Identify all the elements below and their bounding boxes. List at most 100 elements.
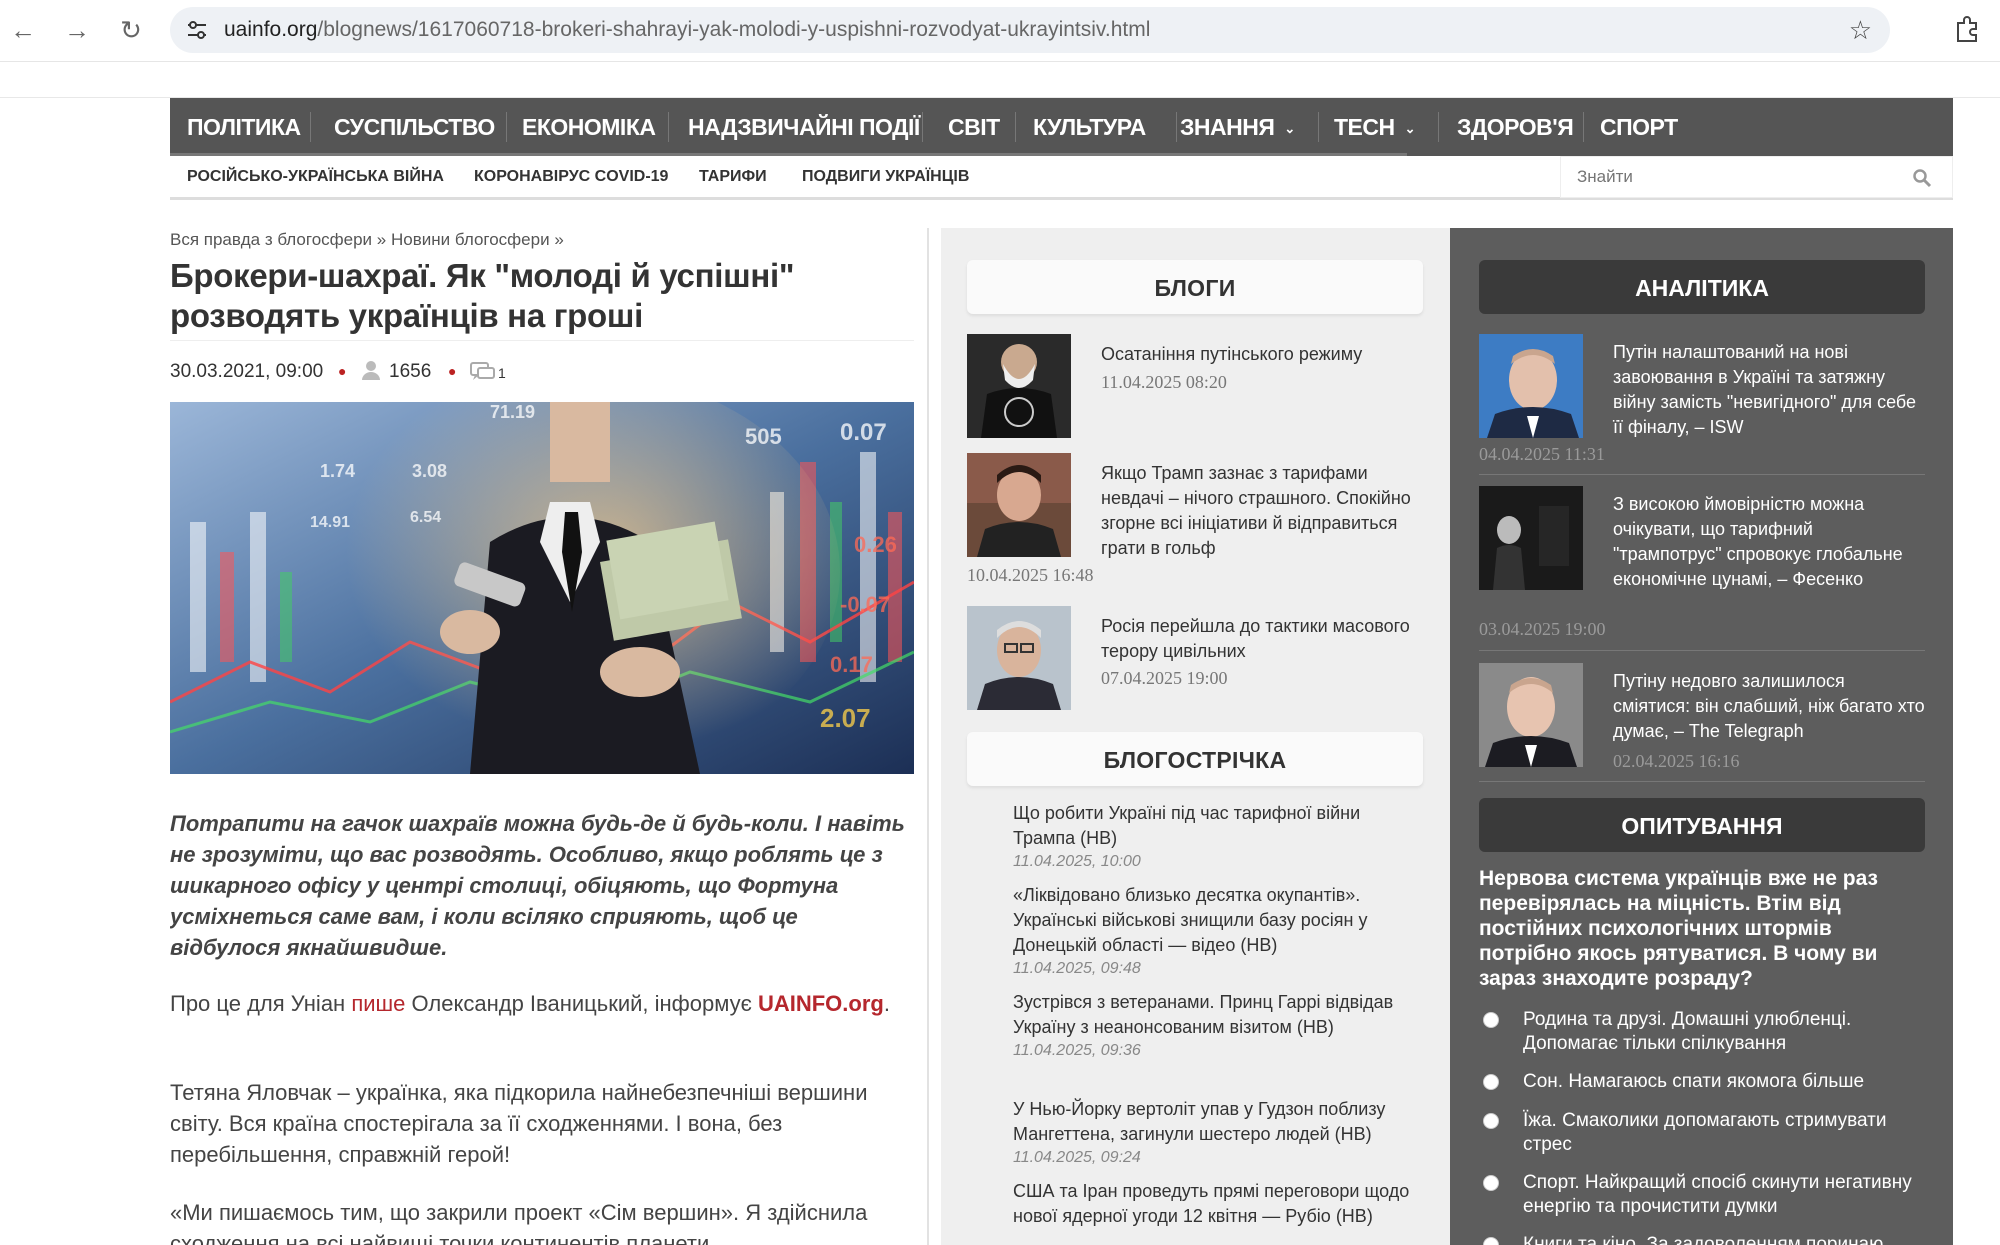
nav-item-health[interactable]: ЗДОРОВ'Я [1457,98,1574,156]
blog-item[interactable]: Якщо Трамп зазнає з тарифами невдачі – н… [967,453,1423,593]
poll-option-label[interactable]: Їжа. Смаколики допомагають стримувати ст… [1523,1109,1925,1157]
stream-title[interactable]: Зустрівся з ветеранами. Принц Гаррі відв… [1013,990,1423,1040]
analytics-thumbnail[interactable] [1479,486,1583,590]
column-divider [927,228,929,1245]
bookmark-star-icon[interactable]: ☆ [1849,15,1872,46]
subnav-item-war[interactable]: РОСІЙСЬКО-УКРАЇНСЬКА ВІЙНА [187,156,444,198]
stream-title[interactable]: США та Іран проведуть прямі переговори щ… [1013,1179,1423,1229]
article: Вся правда з блогосфери » Новини блогосф… [170,200,914,1245]
stream-item[interactable]: Зустрівся з ветеранами. Принц Гаррі відв… [1013,990,1423,1062]
search-input[interactable] [1561,157,1901,197]
poll-radio[interactable] [1483,1074,1499,1090]
stream-date: 11.04.2025, 10:00 [1013,853,1141,870]
analytics-thumbnail[interactable] [1479,334,1583,438]
blog-thumbnail[interactable] [967,334,1071,438]
views-icon [360,359,382,387]
nav-item-knowledge[interactable]: ЗНАННЯ ⌄ [1180,98,1300,156]
nav-item-tech[interactable]: TECH ⌄ [1334,98,1416,156]
comments-count[interactable]: 1 [498,365,506,381]
back-icon[interactable]: ← [6,13,40,47]
divider [1479,650,1925,651]
article-title: Брокери-шахраї. Як "молоді й успішні" ро… [170,257,795,334]
hero-number: 2.07 [820,703,871,733]
article-paragraph: Тетяна Яловчак – українка, яка підкорила… [170,1080,868,1167]
analytics-item[interactable]: Путіну недовго залишилося сміятися: він … [1479,663,1925,788]
address-bar[interactable]: uainfo.org/blognews/1617060718-brokeri-s… [170,7,1890,53]
stream-item[interactable]: Що робити Україні під час тарифної війни… [1013,801,1423,873]
poll-heading[interactable]: ОПИТУВАННЯ [1479,798,1925,852]
stream-title[interactable]: Що робити Україні під час тарифної війни… [1013,801,1423,851]
blog-item[interactable]: Росія перейшла до тактики масового терор… [967,606,1423,710]
blogs-column: БЛОГИ Осатаніння путінського режиму 11.0… [941,228,1450,1245]
poll-option-label[interactable]: Родина та друзі. Домашні улюбленці. Допо… [1523,1008,1925,1056]
subnav-item-tariffs[interactable]: ТАРИФИ [699,156,767,198]
chevron-down-icon: ⌄ [1404,120,1416,136]
analytics-title[interactable]: З високою ймовірністю можна очікувати, щ… [1613,492,1925,592]
breadcrumb-separator: » [376,230,387,249]
subnav-item-heroes[interactable]: ПОДВИГИ УКРАЇНЦІВ [802,156,969,198]
stream-title[interactable]: «Ліквідовано близько десятка окупантів».… [1013,883,1423,958]
extensions-icon[interactable] [1950,13,1984,47]
meta-separator: ● [448,363,457,379]
analytics-item[interactable]: Путін налаштований на нові завоювання в … [1479,334,1925,475]
blog-thumbnail[interactable] [967,606,1071,710]
poll-radio[interactable] [1483,1175,1499,1191]
blog-title[interactable]: Осатаніння путінського режиму [1101,342,1423,367]
analytics-date: 03.04.2025 19:00 [1479,619,1606,639]
blog-title[interactable]: Росія перейшла до тактики масового терор… [1101,614,1423,664]
article-meta: 30.03.2021, 09:00 ● 1656 ● 1 [170,340,914,384]
stream-date: 11.04.2025, 09:36 [1013,1042,1141,1059]
bookmarks-bar [0,62,2000,98]
article-date: 30.03.2021, 09:00 [170,361,324,382]
source-link[interactable]: пише [351,991,405,1016]
analytics-title[interactable]: Путіну недовго залишилося сміятися: він … [1613,669,1925,744]
analytics-column: АНАЛІТИКА Путін налаштований на нові зав… [1450,228,1953,1245]
hero-number: 14.91 [310,514,350,531]
nav-item-sport[interactable]: СПОРТ [1600,98,1678,156]
search-icon[interactable] [1912,168,1932,188]
analytics-thumbnail[interactable] [1479,663,1583,767]
forward-icon[interactable]: → [60,13,94,47]
hero-number: 1.74 [320,461,355,481]
stream-item[interactable]: США та Іран проведуть прямі переговори щ… [1013,1179,1423,1229]
stream-item[interactable]: «Ліквідовано близько десятка окупантів».… [1013,883,1423,980]
hero-number: -0.07 [840,592,890,617]
nav-item-politics[interactable]: ПОЛІТИКА [187,98,301,156]
hero-number: 0.17 [830,652,873,677]
analytics-item[interactable]: З високою ймовірністю можна очікувати, щ… [1479,486,1925,651]
poll-option-label[interactable]: Сон. Намагаюсь спати якомога більше [1523,1070,1925,1094]
blog-title[interactable]: Якщо Трамп зазнає з тарифами невдачі – н… [1101,461,1423,561]
analytics-heading[interactable]: АНАЛІТИКА [1479,260,1925,314]
reload-icon[interactable]: ↻ [114,13,148,47]
analytics-title[interactable]: Путін налаштований на нові завоювання в … [1613,340,1925,440]
breadcrumb-link[interactable]: Вся правда з блогосфери [170,230,372,249]
nav-item-world[interactable]: СВІТ [948,98,1000,156]
hero-number: 3.08 [412,461,447,481]
article-paragraph: «Ми пишаємось тим, що закрили проект «Сі… [170,1200,868,1245]
stream-title[interactable]: У Нью-Йорку вертоліт упав у Гудзон побли… [1013,1097,1423,1147]
stream-date: 11.04.2025, 09:48 [1013,960,1141,977]
hero-number: 0.07 [840,419,887,446]
nav-item-society[interactable]: СУСПІЛЬСТВО [334,98,495,156]
comments-icon[interactable] [470,360,496,388]
blog-thumbnail[interactable] [967,453,1071,557]
site-settings-icon[interactable] [184,17,210,43]
stream-item[interactable]: У Нью-Йорку вертоліт упав у Гудзон побли… [1013,1097,1423,1169]
subnav-item-covid[interactable]: КОРОНАВІРУС COVID-19 [474,156,668,198]
blogstream-heading[interactable]: БЛОГОСТРІЧКА [967,732,1423,786]
poll-option-label[interactable]: Книги та кіно. За задоволенням поринаю [1523,1233,1925,1245]
poll-radio[interactable] [1483,1113,1499,1129]
nav-item-economy[interactable]: ЕКОНОМІКА [522,98,656,156]
blog-item[interactable]: Осатаніння путінського режиму 11.04.2025… [967,334,1423,438]
poll-radio[interactable] [1483,1012,1499,1028]
breadcrumb-link[interactable]: Новини блогосфери [391,230,550,249]
blogs-heading[interactable]: БЛОГИ [967,260,1423,314]
blog-date: 07.04.2025 19:00 [1101,668,1228,688]
nav-item-culture[interactable]: КУЛЬТУРА [1033,98,1146,156]
meta-separator: ● [338,363,347,379]
hero-number: 0.26 [854,532,897,557]
poll-radio[interactable] [1483,1237,1499,1245]
poll-option-label[interactable]: Спорт. Найкращий спосіб скинути негативн… [1523,1171,1925,1219]
site-link[interactable]: UAINFO.org [758,991,884,1016]
nav-item-emergencies[interactable]: НАДЗВИЧАЙНІ ПОДІЇ [688,98,920,156]
